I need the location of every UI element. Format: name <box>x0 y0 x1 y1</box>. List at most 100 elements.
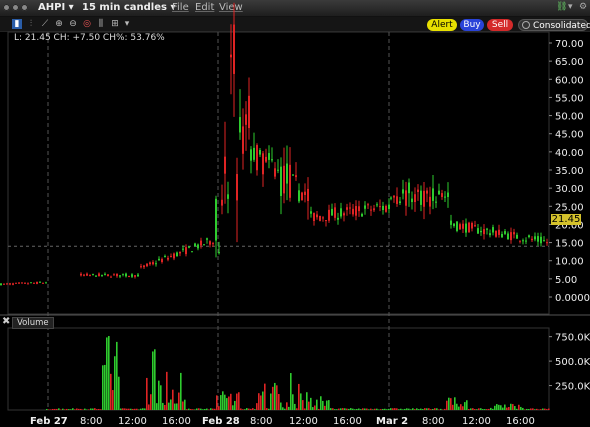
candle-body <box>373 208 375 211</box>
candle-body <box>486 228 488 230</box>
volume-bar <box>402 409 404 410</box>
candle-body <box>203 244 205 246</box>
volume-bar <box>444 408 446 410</box>
volume-bar <box>484 409 486 410</box>
volume-bar <box>496 404 498 410</box>
volume-bar <box>86 409 88 410</box>
candle-body <box>405 190 407 206</box>
volume-bar <box>228 396 230 410</box>
volume-bar <box>180 372 182 410</box>
candle-body <box>337 217 339 220</box>
y-tick-label: 60.00 <box>555 75 584 86</box>
x-tick-label: Feb 28 <box>202 416 240 427</box>
volume-bar <box>220 395 222 410</box>
candle-body <box>268 153 270 160</box>
candle-body <box>507 233 509 240</box>
candle-body <box>9 283 11 285</box>
volume-bar <box>114 356 116 410</box>
candle-body <box>534 236 536 240</box>
volume-bar <box>300 393 302 410</box>
volume-bar <box>144 408 146 410</box>
volume-bar <box>282 407 284 410</box>
candle-body <box>349 207 351 209</box>
volume-bar <box>352 408 354 410</box>
y-tick-label: 50.00 <box>555 112 584 123</box>
volume-bar <box>512 404 514 410</box>
candle-body <box>33 282 35 284</box>
candle-body <box>444 196 446 198</box>
candle-body <box>537 236 539 242</box>
candle-body <box>519 240 521 242</box>
volume-bar <box>268 408 270 410</box>
candle-body <box>24 282 26 284</box>
candle-body <box>438 190 440 195</box>
candle-body <box>441 193 443 197</box>
volume-bar <box>378 409 380 410</box>
volume-bar <box>518 404 520 410</box>
volume-bar <box>274 382 276 410</box>
volume-bar <box>162 402 164 410</box>
volume-bar <box>186 409 188 410</box>
candle-body <box>343 213 345 216</box>
price-chart[interactable]: 70.00 65.00 60.00 55.00 50.00 45.00 40.00 35.00… <box>0 0 590 427</box>
volume-bar <box>548 408 550 410</box>
volume-bar <box>62 408 64 410</box>
candle-body <box>158 258 160 261</box>
volume-bar <box>126 408 128 410</box>
volume-bar <box>284 408 286 410</box>
candle-body <box>498 229 500 235</box>
x-tick-label: 12:00 <box>289 416 318 427</box>
volume-bar <box>216 395 218 410</box>
volume-bar <box>516 408 518 410</box>
volume-bar <box>310 397 312 410</box>
candle-body <box>310 211 312 214</box>
close-icon[interactable]: ✖ <box>2 316 10 327</box>
volume-bar <box>422 409 424 410</box>
volume-bar <box>328 400 330 410</box>
volume-bar <box>156 403 158 410</box>
candle-body <box>426 190 428 194</box>
x-tick-label: 16:00 <box>333 416 362 427</box>
volume-bar <box>332 408 334 410</box>
volume-bar <box>160 385 162 410</box>
volume-bar <box>476 409 478 410</box>
candle-body <box>140 266 142 268</box>
volume-bar <box>454 397 456 410</box>
volume-bar <box>150 394 152 410</box>
candle-body <box>292 174 294 176</box>
candle-body <box>200 240 202 246</box>
volume-bar <box>192 409 194 410</box>
volume-bar <box>342 408 344 410</box>
volume-bar <box>392 408 394 410</box>
x-tick-label: Feb 27 <box>30 416 68 427</box>
volume-bar <box>108 336 110 410</box>
candle-body <box>233 24 235 74</box>
y-tick-label: 30.00 <box>555 184 584 195</box>
volume-bar <box>146 377 148 410</box>
volume-bar <box>408 408 410 410</box>
volume-bar <box>494 405 496 410</box>
candle-body <box>221 199 223 206</box>
candle-body <box>125 273 127 277</box>
candle-body <box>340 208 342 217</box>
volume-bar <box>350 408 352 410</box>
candle-body <box>215 198 217 241</box>
x-tick-label: 12:00 <box>462 416 491 427</box>
volume-bar <box>120 408 122 410</box>
candle-body <box>119 275 121 277</box>
volume-bar <box>142 408 144 410</box>
volume-bar <box>298 383 300 410</box>
volume-bar <box>70 409 72 410</box>
candle-body <box>334 207 336 218</box>
candle-body <box>3 283 5 285</box>
candle-body <box>248 95 250 129</box>
volume-bar <box>450 398 452 410</box>
candle-body <box>256 145 258 171</box>
volume-bar <box>136 408 138 410</box>
y-tick-label: 65.00 <box>555 57 584 68</box>
volume-y-tick-label: 750.0K <box>555 333 590 344</box>
volume-bar <box>140 408 142 410</box>
volume-bar <box>404 408 406 410</box>
candle-body <box>501 233 503 238</box>
candle-body <box>146 263 148 267</box>
